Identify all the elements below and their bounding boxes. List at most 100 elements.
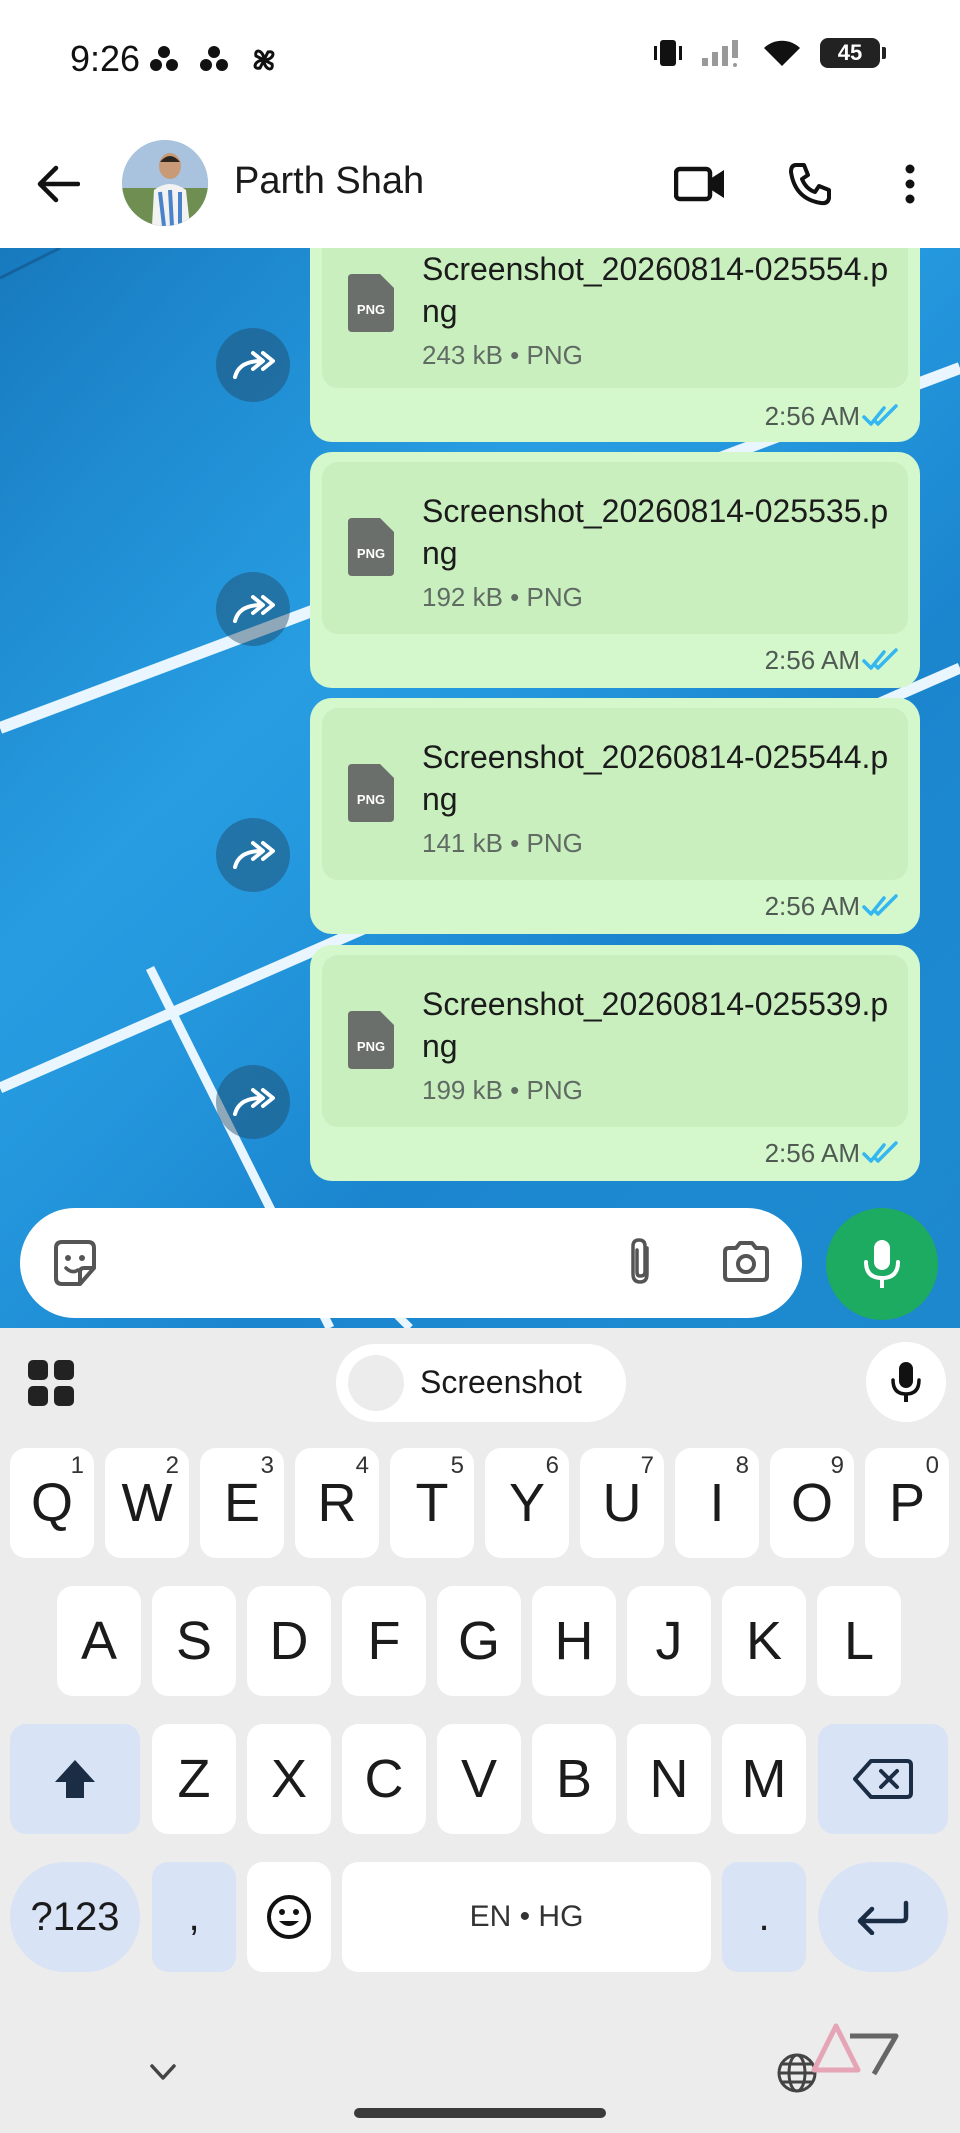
sticker-button[interactable] <box>46 1234 104 1292</box>
shift-icon <box>55 1760 95 1798</box>
key-x[interactable]: X <box>247 1724 331 1834</box>
key-q[interactable]: Q1 <box>10 1448 94 1558</box>
key-n[interactable]: N <box>627 1724 711 1834</box>
space-label: EN • HG <box>469 1900 584 1933</box>
message-input-bar[interactable] <box>20 1208 802 1318</box>
key-g[interactable]: G <box>437 1586 521 1696</box>
key-h[interactable]: H <box>532 1586 616 1696</box>
file-message-bubble[interactable]: PNG Screenshot_20260814-025539.png 199 k… <box>310 945 920 1181</box>
document-card[interactable]: PNG Screenshot_20260814-025539.png 199 k… <box>322 955 908 1127</box>
paperclip-icon <box>631 1238 649 1284</box>
suggestion-chip[interactable]: Screenshot <box>336 1344 626 1422</box>
keyboard-voice-button[interactable] <box>866 1342 946 1422</box>
shift-key[interactable] <box>10 1724 140 1834</box>
key-p[interactable]: P0 <box>865 1448 949 1558</box>
document-card[interactable]: PNG Screenshot_20260814-025535.png 192 k… <box>322 462 908 634</box>
more-options-button[interactable] <box>880 154 940 214</box>
key-e[interactable]: E3 <box>200 1448 284 1558</box>
key-k[interactable]: K <box>722 1586 806 1696</box>
file-message-bubble[interactable]: PNG Screenshot_20260814-025554.png 243 k… <box>310 248 920 442</box>
key-l[interactable]: L <box>817 1586 901 1696</box>
vibrate-icon <box>654 40 682 66</box>
svg-text:PNG: PNG <box>357 546 385 561</box>
forward-button[interactable] <box>216 328 290 402</box>
file-message-bubble[interactable]: PNG Screenshot_20260814-025535.png 192 k… <box>310 452 920 688</box>
battery-icon: 45 <box>820 38 886 68</box>
enter-icon <box>857 1900 909 1935</box>
key-u[interactable]: U7 <box>580 1448 664 1558</box>
voice-call-button[interactable] <box>780 154 840 214</box>
period-key[interactable]: . <box>722 1862 806 1972</box>
key-d[interactable]: D <box>247 1586 331 1696</box>
status-notification-icons <box>148 44 280 76</box>
forward-icon <box>233 1088 275 1116</box>
key-r[interactable]: R4 <box>295 1448 379 1558</box>
video-call-icon <box>674 166 724 202</box>
phone-icon <box>789 163 831 206</box>
status-bar: 9:26 45 <box>0 0 960 120</box>
back-button[interactable] <box>28 154 88 214</box>
backspace-key[interactable] <box>818 1724 948 1834</box>
file-name: Screenshot_20260814-025539.png <box>422 986 889 1064</box>
key-f[interactable]: F <box>342 1586 426 1696</box>
collapse-chevron-icon[interactable] <box>140 2058 186 2088</box>
key-t[interactable]: T5 <box>390 1448 474 1558</box>
key-b[interactable]: B <box>532 1724 616 1834</box>
forward-button[interactable] <box>216 572 290 646</box>
contact-name[interactable]: Parth Shah <box>234 160 424 203</box>
sticker-icon <box>54 1240 96 1286</box>
back-arrow-icon <box>37 165 80 203</box>
file-message-bubble[interactable]: PNG Screenshot_20260814-025544.png 141 k… <box>310 698 920 934</box>
key-a[interactable]: A <box>57 1586 141 1696</box>
key-z[interactable]: Z <box>152 1724 236 1834</box>
read-receipt-icon <box>862 894 898 916</box>
file-name: Screenshot_20260814-025554.png <box>422 251 889 329</box>
file-name: Screenshot_20260814-025535.png <box>422 493 889 571</box>
video-call-button[interactable] <box>670 154 730 214</box>
png-file-icon: PNG <box>348 518 394 576</box>
contact-avatar[interactable] <box>122 140 208 226</box>
message-time: 2:56 AM <box>764 645 860 675</box>
document-card[interactable]: PNG Screenshot_20260814-025554.png 243 k… <box>322 248 908 388</box>
enter-key[interactable] <box>818 1862 948 1972</box>
file-meta: 243 kB • PNG <box>422 340 583 370</box>
status-time: 9:26 <box>70 38 141 79</box>
key-w[interactable]: W2 <box>105 1448 189 1558</box>
watermark-logo <box>811 2023 899 2076</box>
mic-icon <box>864 1240 900 1288</box>
document-card[interactable]: PNG Screenshot_20260814-025544.png 141 k… <box>322 708 908 880</box>
key-y[interactable]: Y6 <box>485 1448 569 1558</box>
symbols-key[interactable]: ?123 <box>10 1862 140 1972</box>
camera-icon <box>723 1241 769 1282</box>
voice-message-button[interactable] <box>826 1208 938 1320</box>
forward-button[interactable] <box>216 818 290 892</box>
comma-key[interactable]: , <box>152 1862 236 1972</box>
key-v[interactable]: V <box>437 1724 521 1834</box>
space-key[interactable]: EN • HG <box>342 1862 711 1972</box>
apps-grid-icon[interactable] <box>26 1358 76 1408</box>
wifi-icon <box>764 40 800 66</box>
emoji-key[interactable] <box>247 1862 331 1972</box>
attach-button[interactable] <box>610 1232 670 1292</box>
notification-dots-icon <box>150 46 178 71</box>
file-name: Screenshot_20260814-025544.png <box>422 739 889 817</box>
forward-icon <box>233 351 275 379</box>
key-m[interactable]: M <box>722 1724 806 1834</box>
key-o[interactable]: O9 <box>770 1448 854 1558</box>
chat-messages-area[interactable]: PNG Screenshot_20260814-025554.png 243 k… <box>0 248 960 1328</box>
key-j[interactable]: J <box>627 1586 711 1696</box>
file-meta: 192 kB • PNG <box>422 582 583 612</box>
read-receipt-icon <box>862 1141 898 1163</box>
key-i[interactable]: I8 <box>675 1448 759 1558</box>
png-file-icon: PNG <box>348 764 394 822</box>
message-time: 2:56 AM <box>764 1138 860 1168</box>
key-c[interactable]: C <box>342 1724 426 1834</box>
status-system-icons: 45 <box>654 38 886 68</box>
keyboard: Screenshot Q1 W2 E3 R4 T5 Y6 U7 I8 O9 P0… <box>0 1328 960 2133</box>
png-file-icon: PNG <box>348 1011 394 1069</box>
camera-button[interactable] <box>716 1232 776 1292</box>
home-indicator[interactable] <box>354 2108 606 2118</box>
signal-icon <box>702 40 738 67</box>
forward-button[interactable] <box>216 1065 290 1139</box>
key-s[interactable]: S <box>152 1586 236 1696</box>
